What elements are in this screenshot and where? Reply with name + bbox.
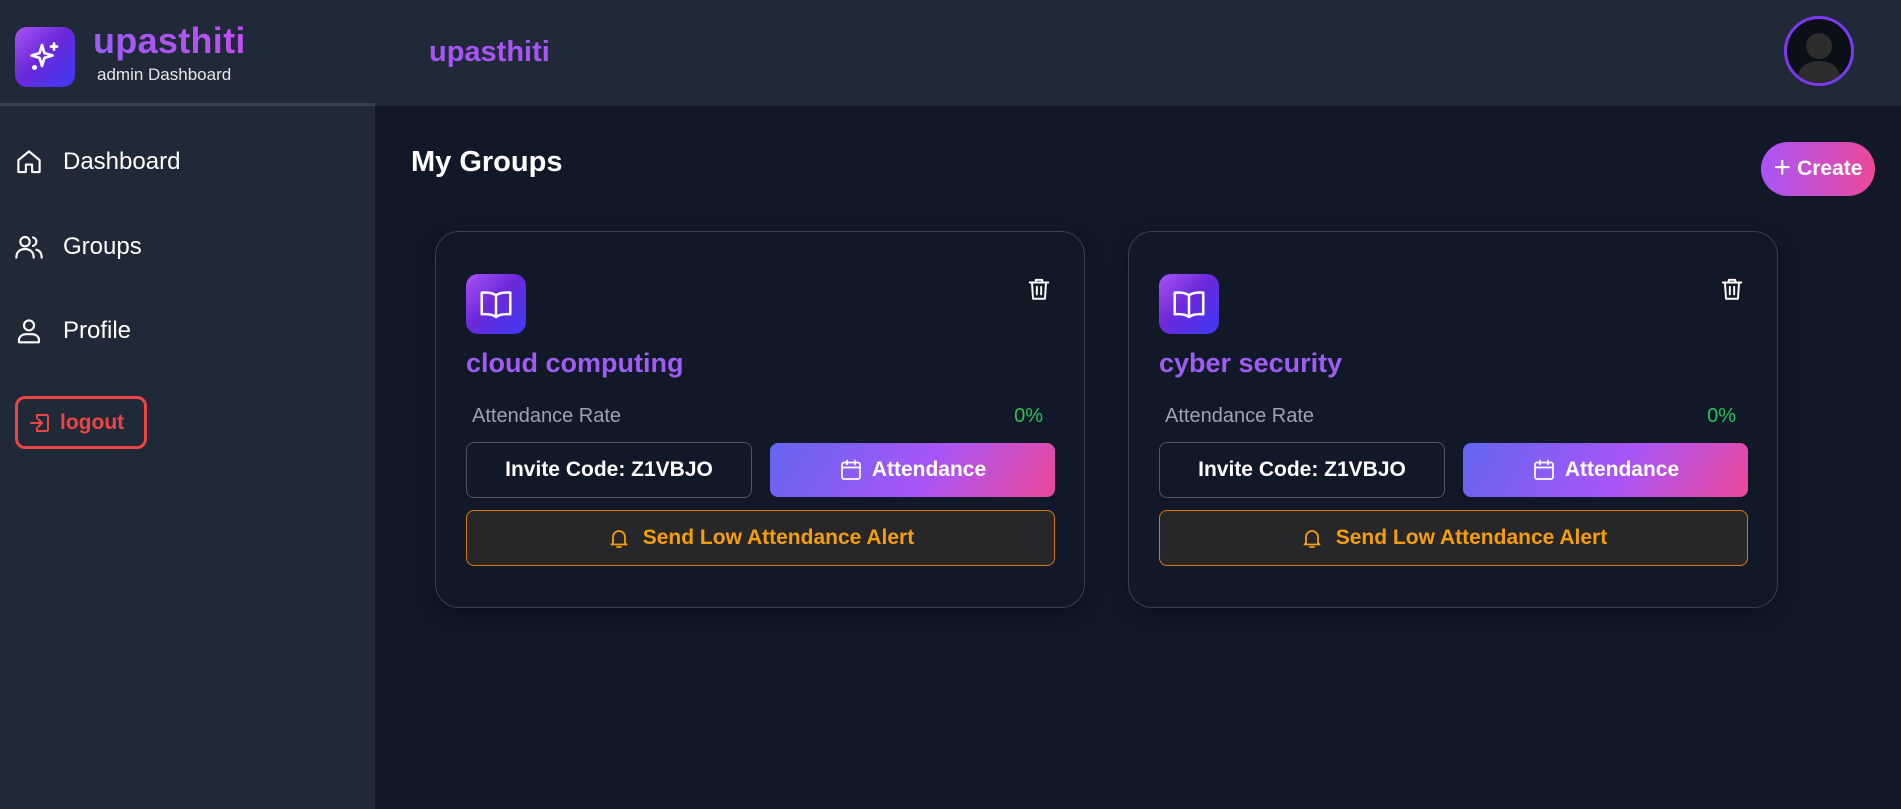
send-low-attendance-alert-button[interactable]: Send Low Attendance Alert [466,510,1055,566]
sidebar-item-label: Dashboard [63,148,181,175]
top-header: upasthiti [375,0,1901,106]
book-open-icon [466,274,526,334]
sidebar-item-dashboard[interactable]: Dashboard [12,136,352,188]
header-title: upasthiti [429,36,550,68]
bell-icon [1300,526,1324,550]
logout-label: logout [60,410,125,434]
sidebar-item-label: Groups [63,233,142,260]
create-label: Create [1797,157,1863,180]
sparkles-icon [15,27,75,87]
sidebar-item-label: Profile [63,317,132,344]
sidebar-item-profile[interactable]: Profile [12,305,352,357]
attendance-rate-label: Attendance Rate [1165,405,1314,427]
trash-icon[interactable] [1717,274,1747,304]
calendar-icon [839,458,863,482]
attendance-rate-value: 0% [1014,405,1043,427]
send-low-attendance-alert-button[interactable]: Send Low Attendance Alert [1159,510,1748,566]
alert-label: Send Low Attendance Alert [642,526,915,549]
logout-icon [28,411,52,435]
brand-subtitle: admin Dashboard [97,65,232,84]
group-card: cyber security Attendance Rate 0% Invite… [1128,231,1778,608]
create-group-button[interactable]: + Create [1761,142,1875,196]
alert-label: Send Low Attendance Alert [1335,526,1608,549]
bell-icon [607,526,631,550]
book-open-icon [1159,274,1219,334]
plus-icon: + [1773,150,1792,184]
logout-button[interactable]: logout [15,396,147,449]
group-name: cloud computing [466,348,684,378]
attendance-rate-label: Attendance Rate [472,405,621,427]
attendance-label: Attendance [871,458,987,481]
attendance-button[interactable]: Attendance [1463,443,1748,497]
page-title: My Groups [411,146,563,178]
invite-code-button[interactable]: Invite Code: Z1VBJO [466,442,752,498]
user-icon [12,314,46,348]
sidebar: upasthiti admin Dashboard Dashboard Grou… [0,0,375,809]
brand: upasthiti admin Dashboard [0,0,375,106]
user-avatar-icon[interactable] [1784,16,1854,86]
users-icon [12,230,46,264]
attendance-label: Attendance [1564,458,1680,481]
invite-code-button[interactable]: Invite Code: Z1VBJO [1159,442,1445,498]
sidebar-item-groups[interactable]: Groups [12,221,352,273]
trash-icon[interactable] [1024,274,1054,304]
brand-title: upasthiti [93,20,246,61]
group-name: cyber security [1159,348,1343,378]
group-card: cloud computing Attendance Rate 0% Invit… [435,231,1085,608]
home-icon [12,145,46,179]
attendance-rate-value: 0% [1707,405,1736,427]
calendar-icon [1532,458,1556,482]
app-root: upasthiti admin Dashboard Dashboard Grou… [0,0,1901,809]
attendance-button[interactable]: Attendance [770,443,1055,497]
